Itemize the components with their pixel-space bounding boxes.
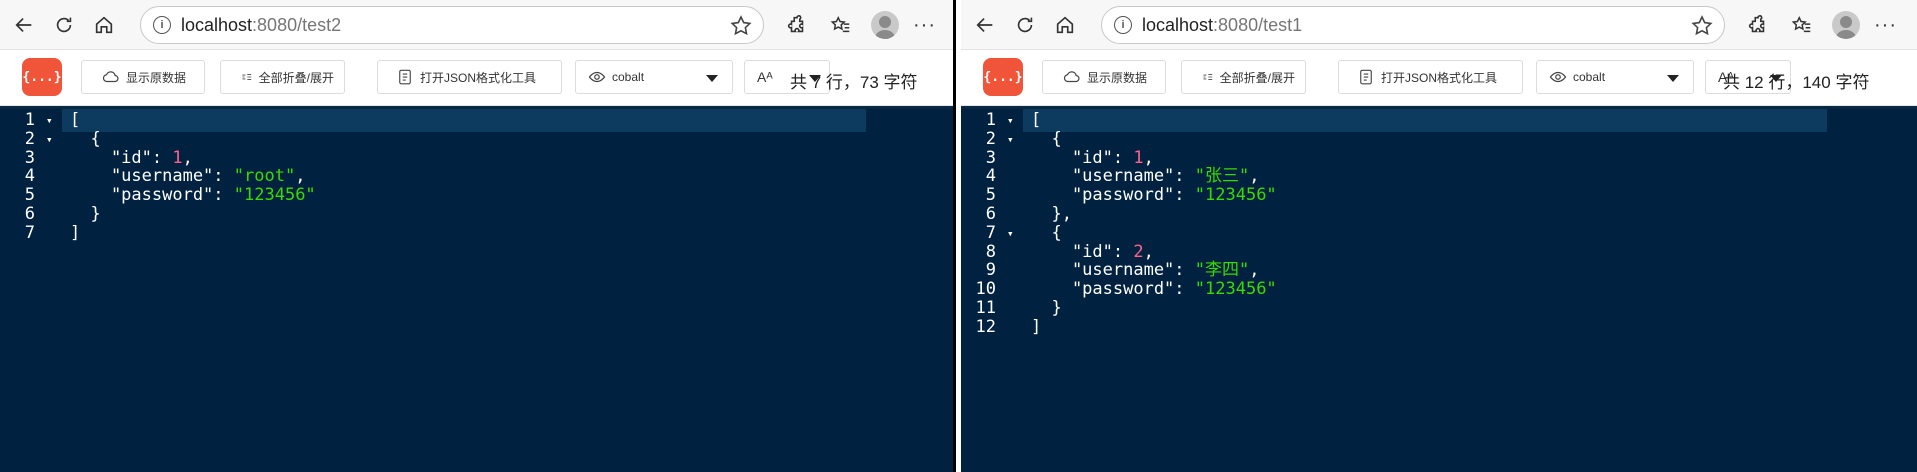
url-path: :8080/test2: [252, 14, 342, 35]
home-icon[interactable]: [84, 5, 124, 45]
line-number: 7: [24, 222, 35, 243]
token: ]: [70, 222, 81, 243]
url-host: localhost: [1142, 14, 1214, 35]
profile-avatar[interactable]: [1832, 11, 1860, 39]
extensions-icon[interactable]: [775, 5, 819, 45]
fold-icon: [1203, 74, 1213, 80]
chevron-down-icon: [1667, 75, 1679, 82]
info-icon[interactable]: i: [1114, 16, 1132, 34]
theme-eye-icon: [588, 71, 606, 83]
url-field[interactable]: i localhost:8080/test2: [140, 6, 764, 44]
info-icon[interactable]: i: [153, 16, 171, 34]
format-tool-icon: [1360, 69, 1372, 85]
json-editor[interactable]: 1 ▾[2 ▾ {3 "id": 1, 4 "username": "张三", 5 "p…: [961, 106, 1917, 472]
profile-avatar[interactable]: [871, 11, 899, 39]
token: ]: [1031, 316, 1042, 337]
browser-window-right: i localhost:8080/test1 ··· {...} 显示原数据 全…: [961, 0, 1917, 472]
browser-window-left: i localhost:8080/test2 ··· {...} 显示原数据 全…: [0, 0, 953, 472]
json-logo: {...}: [983, 58, 1023, 96]
json-toolbar: {...} 显示原数据 全部折叠/展开 打开JSON格式化工具 cobalt A…: [961, 50, 1917, 106]
show-raw-button[interactable]: 显示原数据: [1042, 60, 1166, 94]
more-icon[interactable]: ···: [913, 14, 936, 37]
theme-select[interactable]: cobalt: [1536, 60, 1694, 94]
code-text: ]: [1031, 316, 1041, 339]
open-formatter-button[interactable]: 打开JSON格式化工具: [377, 60, 562, 94]
refresh-icon[interactable]: [1005, 5, 1045, 45]
fold-icon: [242, 74, 252, 80]
code-text: ]: [70, 222, 80, 245]
code-line: 7]: [0, 222, 953, 245]
format-tool-icon: [399, 69, 411, 85]
theme-eye-icon: [1549, 71, 1567, 83]
stats-text: 共 12 行，140 字符: [1723, 73, 1870, 92]
line-number: 12: [975, 316, 996, 337]
cloud-icon: [102, 71, 119, 83]
url-host: localhost: [181, 14, 253, 35]
json-editor[interactable]: 1 ▾[2 ▾ {3 "id": 1, 4 "username": "root", 5 …: [0, 106, 953, 472]
stats-text: 共 7 行，73 字符: [790, 73, 918, 92]
cloud-icon: [1063, 71, 1080, 83]
extensions-icon[interactable]: [1736, 5, 1780, 45]
fold-all-button[interactable]: 全部折叠/展开: [1181, 60, 1306, 94]
star-icon[interactable]: [729, 14, 753, 38]
back-arrow-icon[interactable]: [965, 5, 1005, 45]
json-toolbar: {...} 显示原数据 全部折叠/展开 打开JSON格式化工具 cobalt A…: [0, 50, 953, 106]
favorites-icon[interactable]: [1780, 5, 1824, 45]
address-bar: i localhost:8080/test1 ···: [961, 0, 1917, 50]
address-bar: i localhost:8080/test2 ···: [0, 0, 953, 50]
theme-select[interactable]: cobalt: [575, 60, 733, 94]
window-divider: [953, 0, 961, 472]
json-logo: {...}: [22, 58, 62, 96]
more-icon[interactable]: ···: [1874, 14, 1897, 37]
url-path: :8080/test1: [1213, 14, 1303, 35]
back-arrow-icon[interactable]: [4, 5, 44, 45]
open-formatter-button[interactable]: 打开JSON格式化工具: [1338, 60, 1523, 94]
fold-all-button[interactable]: 全部折叠/展开: [220, 60, 345, 94]
show-raw-button[interactable]: 显示原数据: [81, 60, 205, 94]
favorites-icon[interactable]: [819, 5, 863, 45]
refresh-icon[interactable]: [44, 5, 84, 45]
home-icon[interactable]: [1045, 5, 1085, 45]
url-field[interactable]: i localhost:8080/test1: [1101, 6, 1725, 44]
code-line: 12]: [961, 316, 1917, 339]
star-icon[interactable]: [1690, 14, 1714, 38]
chevron-down-icon: [706, 75, 718, 82]
